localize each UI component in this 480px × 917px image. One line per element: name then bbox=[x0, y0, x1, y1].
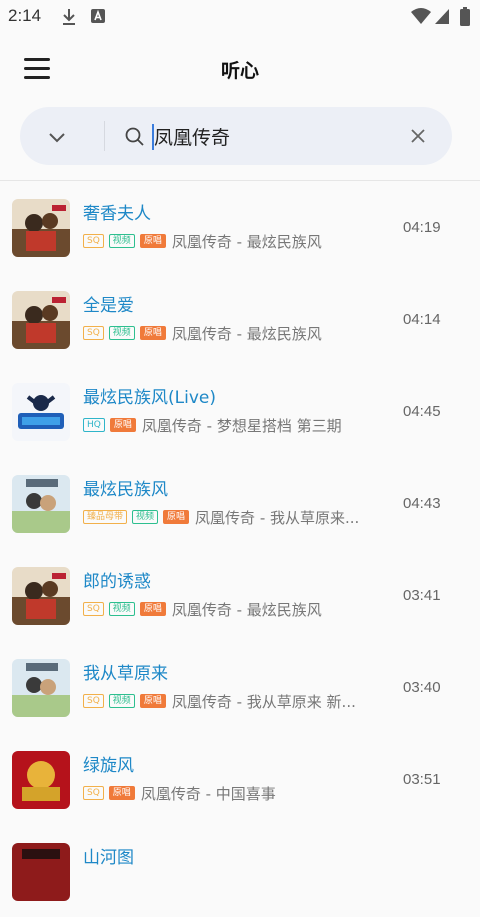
song-title: 最炫民族风 bbox=[83, 480, 168, 500]
download-icon bbox=[60, 7, 78, 31]
hq-badge: HQ bbox=[83, 418, 105, 432]
song-meta: 臻品母带 视频 原唱 凤凰传奇 - 我从草原来... bbox=[83, 508, 360, 527]
original-badge: 原唱 bbox=[139, 602, 166, 616]
sq-badge: SQ bbox=[83, 602, 104, 616]
album-cover bbox=[12, 751, 70, 809]
signal-icon bbox=[434, 7, 450, 29]
song-meta: SQ 视频 原唱 凤凰传奇 - 最炫民族风 bbox=[83, 324, 322, 343]
song-meta: SQ 视频 原唱 凤凰传奇 - 我从草原来 新... bbox=[83, 692, 356, 711]
album-cover bbox=[12, 567, 70, 625]
sq-badge: SQ bbox=[83, 786, 104, 800]
song-subtitle: 凤凰传奇 - 最炫民族风 bbox=[171, 232, 322, 251]
album-cover bbox=[12, 475, 70, 533]
original-badge: 原唱 bbox=[139, 326, 166, 340]
status-time: 2:14 bbox=[8, 6, 42, 25]
sq-badge: SQ bbox=[83, 694, 104, 708]
song-title: 全是爱 bbox=[83, 296, 134, 316]
song-row[interactable]: 奢香夫人 SQ 视频 原唱 凤凰传奇 - 最炫民族风 04:19 bbox=[0, 181, 480, 273]
master-badge: 臻品母带 bbox=[83, 510, 128, 524]
song-row[interactable]: 最炫民族风 臻品母带 视频 原唱 凤凰传奇 - 我从草原来... 04:43 bbox=[0, 457, 480, 549]
song-duration: 04:43 bbox=[403, 495, 441, 512]
app-bar: 听心 bbox=[0, 34, 480, 104]
sq-badge: SQ bbox=[83, 234, 104, 248]
search-input[interactable] bbox=[154, 121, 404, 151]
album-cover bbox=[12, 383, 70, 441]
video-badge: 视频 bbox=[108, 326, 135, 340]
song-meta: HQ 原唱 凤凰传奇 - 梦想星搭档 第三期 bbox=[83, 416, 342, 435]
song-row[interactable]: 山河图 bbox=[0, 825, 480, 917]
song-row[interactable]: 最炫民族风(Live) HQ 原唱 凤凰传奇 - 梦想星搭档 第三期 04:45 bbox=[0, 365, 480, 457]
song-duration: 04:14 bbox=[403, 311, 441, 328]
song-row[interactable]: 绿旋风 SQ 原唱 凤凰传奇 - 中国喜事 03:51 bbox=[0, 733, 480, 825]
song-duration: 03:41 bbox=[403, 587, 441, 604]
video-badge: 视频 bbox=[132, 510, 159, 524]
song-title: 郎的诱惑 bbox=[83, 572, 151, 592]
song-subtitle: 凤凰传奇 - 梦想星搭档 第三期 bbox=[141, 416, 342, 435]
song-duration: 04:45 bbox=[403, 403, 441, 420]
album-cover bbox=[12, 199, 70, 257]
close-icon bbox=[411, 129, 425, 143]
video-badge: 视频 bbox=[108, 694, 135, 708]
song-meta: SQ 视频 原唱 凤凰传奇 - 最炫民族风 bbox=[83, 600, 322, 619]
song-title: 最炫民族风(Live) bbox=[83, 388, 216, 408]
song-duration: 03:51 bbox=[403, 771, 441, 788]
original-badge: 原唱 bbox=[139, 234, 166, 248]
song-title: 绿旋风 bbox=[83, 756, 134, 776]
album-cover bbox=[12, 291, 70, 349]
song-duration: 03:40 bbox=[403, 679, 441, 696]
song-subtitle: 凤凰传奇 - 我从草原来... bbox=[195, 508, 360, 527]
song-row[interactable]: 我从草原来 SQ 视频 原唱 凤凰传奇 - 我从草原来 新... 03:40 bbox=[0, 641, 480, 733]
app-notification-icon bbox=[90, 7, 106, 29]
video-badge: 视频 bbox=[108, 602, 135, 616]
chevron-down-icon[interactable] bbox=[46, 126, 68, 148]
song-meta: SQ 视频 原唱 凤凰传奇 - 最炫民族风 bbox=[83, 232, 322, 251]
battery-icon bbox=[459, 7, 471, 31]
album-cover bbox=[12, 843, 70, 901]
song-row[interactable]: 郎的诱惑 SQ 视频 原唱 凤凰传奇 - 最炫民族风 03:41 bbox=[0, 549, 480, 641]
search-icon bbox=[124, 126, 146, 148]
video-badge: 视频 bbox=[108, 234, 135, 248]
album-cover bbox=[12, 659, 70, 717]
song-subtitle: 凤凰传奇 - 我从草原来 新... bbox=[171, 692, 356, 711]
song-subtitle: 凤凰传奇 - 最炫民族风 bbox=[171, 324, 322, 343]
search-bar bbox=[20, 107, 452, 165]
song-subtitle: 凤凰传奇 - 中国喜事 bbox=[140, 784, 276, 803]
search-divider bbox=[104, 121, 105, 151]
sq-badge: SQ bbox=[83, 326, 104, 340]
song-meta: SQ 原唱 凤凰传奇 - 中国喜事 bbox=[83, 784, 276, 803]
song-subtitle: 凤凰传奇 - 最炫民族风 bbox=[171, 600, 322, 619]
clear-search-button[interactable] bbox=[408, 126, 428, 146]
wifi-icon bbox=[410, 7, 432, 29]
song-row[interactable]: 全是爱 SQ 视频 原唱 凤凰传奇 - 最炫民族风 04:14 bbox=[0, 273, 480, 365]
original-badge: 原唱 bbox=[109, 418, 136, 432]
song-title: 奢香夫人 bbox=[83, 204, 151, 224]
song-duration: 04:19 bbox=[403, 219, 441, 236]
app-title: 听心 bbox=[220, 60, 259, 82]
original-badge: 原唱 bbox=[108, 786, 135, 800]
song-title: 山河图 bbox=[83, 848, 134, 868]
original-badge: 原唱 bbox=[139, 694, 166, 708]
original-badge: 原唱 bbox=[163, 510, 190, 524]
status-bar: 2:14 bbox=[0, 0, 480, 34]
song-title: 我从草原来 bbox=[83, 664, 168, 684]
